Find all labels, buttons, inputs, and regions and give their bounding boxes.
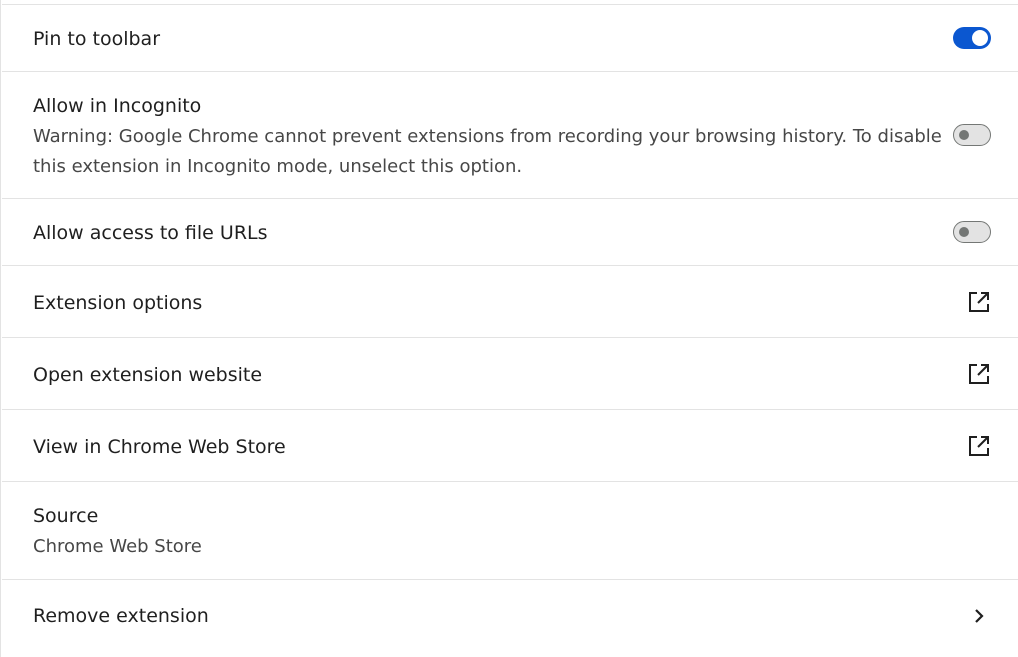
source-label: Source <box>33 505 99 527</box>
incognito-warning-line1: Warning: Google Chrome cannot prevent ex… <box>33 126 942 147</box>
source-value: Chrome Web Store <box>33 536 202 557</box>
toggle-knob <box>972 30 988 46</box>
open-extension-website-label: Open extension website <box>33 364 263 386</box>
allow-incognito-row[interactable]: Allow in Incognito Warning: Google Chrom… <box>2 71 1018 198</box>
allow-incognito-label: Allow in Incognito <box>33 95 202 117</box>
pin-to-toolbar-row[interactable]: Pin to toolbar <box>2 4 1018 71</box>
allow-incognito-toggle[interactable] <box>953 124 991 146</box>
pin-to-toolbar-toggle[interactable] <box>953 27 991 49</box>
open-in-new-icon[interactable] <box>967 290 991 314</box>
remove-extension-label: Remove extension <box>33 605 209 627</box>
allow-file-urls-toggle[interactable] <box>953 221 991 243</box>
source-row: Source Chrome Web Store <box>2 481 1018 579</box>
open-in-new-icon[interactable] <box>967 434 991 458</box>
extension-options-label: Extension options <box>33 292 203 314</box>
pin-to-toolbar-label: Pin to toolbar <box>33 28 161 50</box>
view-in-store-row[interactable]: View in Chrome Web Store <box>2 409 1018 481</box>
incognito-warning-line2: this extension in Incognito mode, unsele… <box>33 156 523 177</box>
chevron-right-icon[interactable] <box>967 604 991 628</box>
toggle-knob <box>959 227 969 237</box>
allow-file-urls-label: Allow access to file URLs <box>33 222 268 244</box>
open-in-new-icon[interactable] <box>967 362 991 386</box>
remove-extension-row[interactable]: Remove extension <box>2 579 1018 657</box>
extension-options-row[interactable]: Extension options <box>2 265 1018 337</box>
view-in-store-label: View in Chrome Web Store <box>33 436 286 458</box>
allow-file-urls-row[interactable]: Allow access to file URLs <box>2 198 1018 265</box>
extension-details-panel: Pin to toolbar Allow in Incognito Warnin… <box>0 0 1018 657</box>
toggle-knob <box>959 130 969 140</box>
open-extension-website-row[interactable]: Open extension website <box>2 337 1018 409</box>
